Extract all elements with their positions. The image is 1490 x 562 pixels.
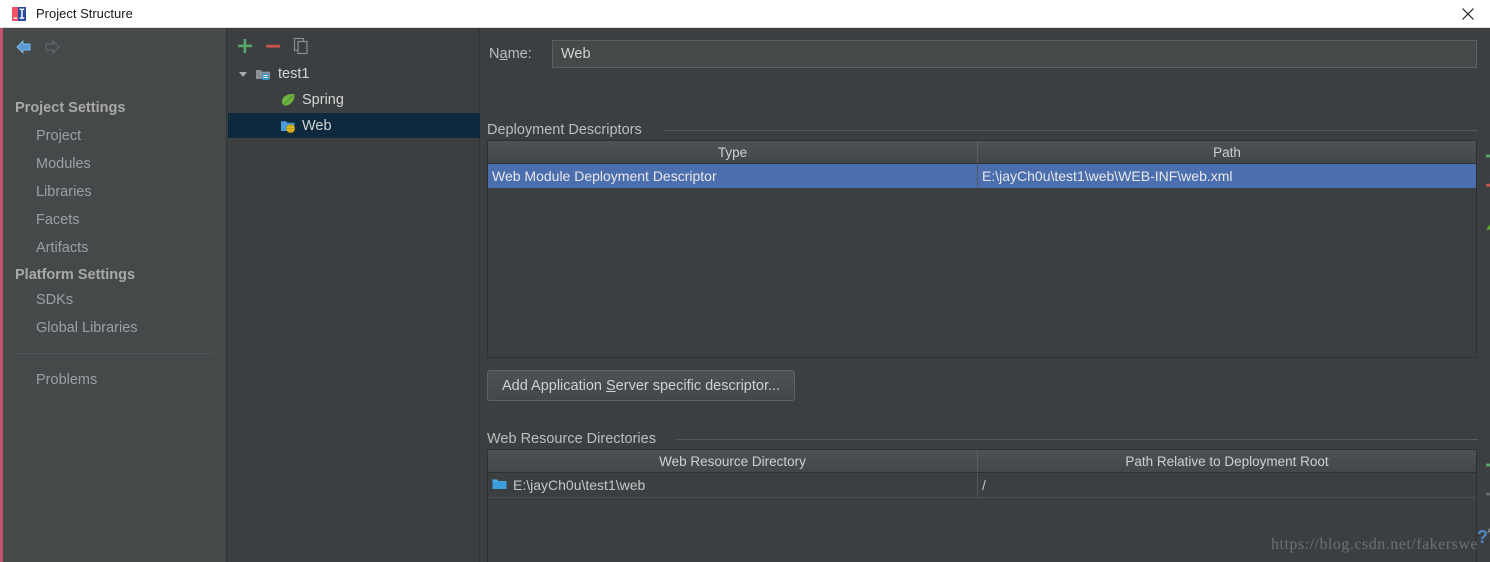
minus-icon: [1481, 482, 1490, 506]
sidebar-item-libraries[interactable]: Libraries: [36, 184, 92, 200]
sidebar-item-global-libraries[interactable]: Global Libraries: [36, 320, 138, 336]
chevron-down-icon[interactable]: [236, 67, 250, 81]
deployment-descriptors-table: Type Path Web Module Deployment Descript…: [487, 140, 1477, 358]
add-web-resource-button[interactable]: [1481, 453, 1490, 477]
pencil-icon: [1481, 212, 1490, 236]
close-icon: [1461, 7, 1475, 21]
column-header-path-relative[interactable]: Path Relative to Deployment Root: [977, 450, 1476, 472]
minus-icon: [1481, 173, 1490, 197]
addbtn-mnemonic: S: [606, 378, 616, 394]
facet-detail-pane: Name: Deployment Descriptors Type Path W…: [481, 28, 1490, 562]
minus-icon: [262, 35, 284, 57]
arrow-forward-icon[interactable]: [42, 38, 62, 56]
deployment-descriptors-rule: [663, 130, 1478, 131]
web-facet-icon: [280, 118, 296, 134]
plus-icon: [1481, 453, 1490, 477]
web-resource-directories-rule: [677, 439, 1478, 440]
name-field-label: Name:: [489, 46, 532, 62]
add-app-server-descriptor-button[interactable]: Add Application Server specific descript…: [487, 370, 795, 401]
help-badge[interactable]: ?: [1477, 527, 1488, 548]
sidebar-item-project[interactable]: Project: [36, 128, 81, 144]
cell-path: E:\jayCh0u\test1\web\WEB-INF\web.xml: [977, 164, 1476, 188]
tree-node-test1[interactable]: test1: [228, 61, 480, 86]
sidebar-item-problems[interactable]: Problems: [36, 372, 97, 388]
plus-icon: [234, 35, 256, 57]
spring-leaf-icon: [280, 92, 296, 108]
name-mnemonic: a: [499, 46, 507, 62]
web-resource-directories-title: Web Resource Directories: [487, 431, 663, 447]
column-header-path[interactable]: Path: [977, 141, 1476, 163]
project-structure-dialog: Project Structure: [0, 0, 1490, 562]
deployment-descriptors-title: Deployment Descriptors: [487, 122, 649, 138]
edit-descriptor-button[interactable]: [1481, 212, 1490, 236]
title-bar: Project Structure: [0, 0, 1490, 28]
remove-web-resource-button[interactable]: [1481, 482, 1490, 506]
deployment-descriptors-toolbar: [1479, 144, 1490, 244]
folder-icon: [492, 477, 507, 494]
sidebar-item-sdks[interactable]: SDKs: [36, 292, 73, 308]
module-tree-panel: test1 Spring: [228, 28, 480, 562]
tree-node-label: Spring: [302, 92, 344, 108]
row-divider: [488, 497, 1476, 498]
sidebar-divider: [15, 353, 215, 354]
remove-descriptor-button[interactable]: [1481, 173, 1490, 197]
add-descriptor-button[interactable]: [1481, 144, 1490, 168]
tree-node-spring[interactable]: Spring: [228, 87, 480, 112]
tree-node-label: test1: [278, 66, 309, 82]
sidebar-item-artifacts[interactable]: Artifacts: [36, 240, 88, 256]
sidebar-group-project-settings: Project Settings: [15, 100, 125, 116]
navigation-arrows: [11, 34, 81, 60]
settings-sidebar: Project Settings Project Modules Librari…: [3, 28, 227, 562]
module-tree-toolbar: [228, 32, 480, 58]
tree-node-label: Web: [302, 118, 332, 134]
table-row[interactable]: Web Module Deployment Descriptor E:\jayC…: [488, 164, 1476, 188]
column-header-type[interactable]: Type: [488, 141, 977, 163]
copy-icon: [290, 35, 312, 57]
sidebar-item-modules[interactable]: Modules: [36, 156, 91, 172]
column-header-web-resource-directory[interactable]: Web Resource Directory: [488, 450, 977, 472]
intellij-idea-icon: [11, 6, 27, 22]
dialog-body: Project Settings Project Modules Librari…: [0, 28, 1490, 562]
cell-type: Web Module Deployment Descriptor: [488, 164, 977, 188]
module-folder-icon: [255, 66, 271, 82]
table-header-row: Type Path: [488, 141, 1476, 164]
close-window-button[interactable]: [1446, 0, 1490, 28]
sidebar-item-facets[interactable]: Facets: [36, 212, 80, 228]
cell-text: E:\jayCh0u\test1\web: [513, 477, 645, 493]
sidebar-group-platform-settings: Platform Settings: [15, 267, 135, 283]
copy-module-button[interactable]: [290, 35, 312, 57]
name-input[interactable]: [552, 40, 1477, 68]
cell-relative-path: /: [977, 473, 1476, 497]
plus-icon: [1481, 144, 1490, 168]
cell-web-resource-directory: E:\jayCh0u\test1\web: [488, 473, 977, 497]
watermark-text: https://blog.csdn.net/fakerswe: [1271, 536, 1478, 554]
arrow-back-icon[interactable]: [14, 38, 34, 56]
window-title: Project Structure: [36, 6, 133, 22]
add-module-button[interactable]: [234, 35, 256, 57]
table-header-row: Web Resource Directory Path Relative to …: [488, 450, 1476, 473]
tree-node-web[interactable]: Web: [228, 113, 480, 138]
table-row[interactable]: E:\jayCh0u\test1\web /: [488, 473, 1476, 497]
remove-module-button[interactable]: [262, 35, 284, 57]
